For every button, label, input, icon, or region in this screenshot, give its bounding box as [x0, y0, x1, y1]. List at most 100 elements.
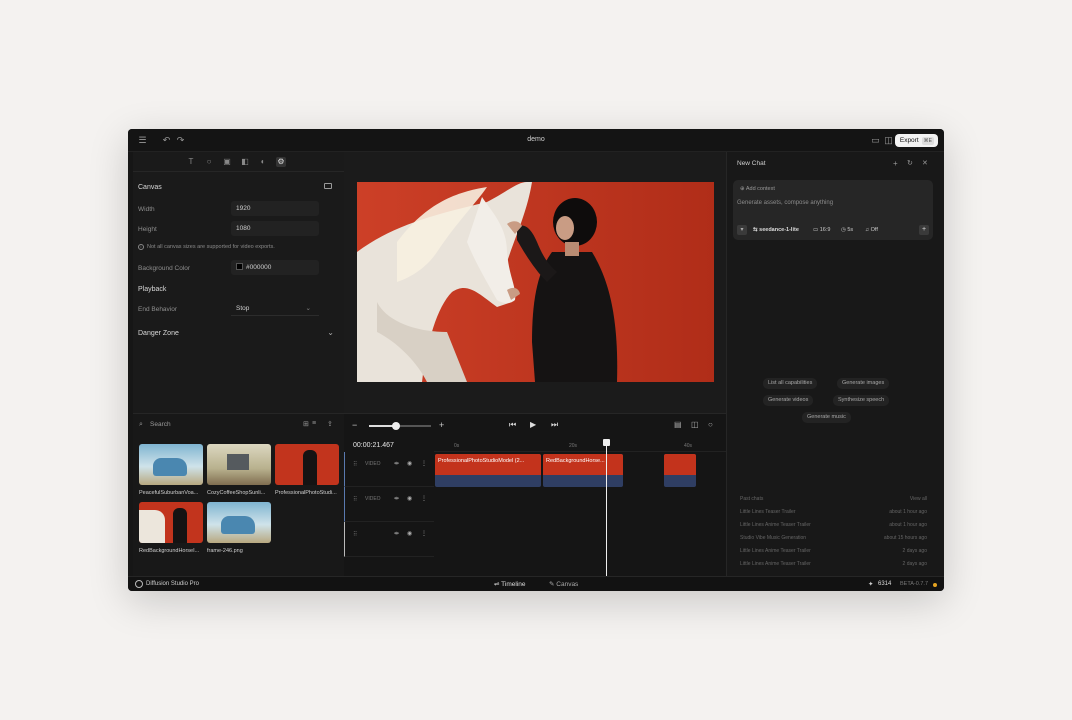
past-chat-item[interactable]: Studio Vibe Music Generation about 15 ho…: [740, 535, 927, 545]
chip-label: List all capabilities: [768, 380, 813, 386]
add-context-button[interactable]: ⊕ Add context: [740, 186, 775, 192]
contrast-tool-icon[interactable]: ◐: [258, 157, 268, 167]
suggestion-chip[interactable]: Generate images: [837, 378, 890, 389]
drag-handle-icon[interactable]: ⠿: [353, 531, 357, 538]
history-icon[interactable]: ↻: [907, 159, 913, 167]
split-icon[interactable]: ◫: [691, 420, 699, 429]
clip-label: RedBackgroundHorse...: [546, 458, 605, 464]
playhead-handle[interactable]: [603, 439, 610, 446]
skip-forward-icon[interactable]: ⏭: [551, 420, 558, 430]
tab-timeline[interactable]: ⇌ Timeline: [484, 577, 535, 591]
figure-shape: [173, 508, 187, 543]
view-all-link[interactable]: View all: [910, 496, 927, 502]
status-dot: [933, 583, 937, 587]
color-swatch: [236, 263, 243, 270]
document-title: demo: [527, 136, 545, 143]
record-icon[interactable]: ○: [708, 420, 713, 429]
library-item[interactable]: [139, 502, 203, 543]
suggestion-chip[interactable]: Generate music: [802, 412, 851, 423]
paperclip-icon: ⊕: [740, 186, 745, 192]
timeline-clip[interactable]: RedBackgroundHorse...: [543, 454, 623, 487]
bg-color-field[interactable]: #000000: [231, 260, 319, 275]
end-behavior-select[interactable]: Stop ⌄: [231, 301, 319, 316]
zoom-slider[interactable]: [369, 422, 431, 430]
attach-icon[interactable]: ▾: [737, 225, 747, 235]
car-shape: [153, 458, 187, 476]
aspect-icon[interactable]: [324, 183, 332, 189]
more-icon[interactable]: ⋮: [421, 495, 427, 502]
zoom-slider-handle[interactable]: [392, 422, 400, 430]
zoom-out-button[interactable]: −: [352, 420, 357, 430]
library-item[interactable]: [207, 444, 271, 485]
track-header[interactable]: ⠿ ⇹ ◉ ⋮: [344, 522, 434, 557]
width-field[interactable]: 1920: [231, 201, 319, 216]
suggestion-chip[interactable]: Generate videos: [763, 395, 814, 406]
close-icon[interactable]: ✕: [922, 159, 928, 167]
duration-select[interactable]: ◷ 5s: [841, 227, 853, 233]
export-button[interactable]: Export ⌘E: [894, 134, 938, 147]
car-shape: [221, 516, 255, 534]
past-chat-time: about 1 hour ago: [889, 509, 927, 515]
grid-view-icon[interactable]: ⊞: [303, 420, 309, 428]
chat-input-box[interactable]: ⊕ Add context Generate assets, compose a…: [733, 180, 933, 240]
library-search[interactable]: ⌕ Search ⊞ ≡ ⇪: [133, 414, 344, 436]
image-tool-icon[interactable]: ▣: [222, 157, 232, 167]
trim-icon[interactable]: ⇹: [394, 460, 399, 467]
layout-toggle-icon[interactable]: ▭: [870, 135, 881, 146]
drag-handle-icon[interactable]: ⠿: [353, 496, 357, 503]
danger-zone-title[interactable]: Danger Zone: [138, 330, 179, 337]
audio-select[interactable]: ♫ Off: [865, 227, 878, 233]
chip-label: Generate music: [807, 414, 846, 420]
info-icon: i: [138, 244, 144, 250]
send-button[interactable]: +: [919, 225, 929, 235]
caption-icon[interactable]: ▤: [674, 420, 682, 429]
visibility-icon[interactable]: ◉: [407, 460, 412, 467]
tab-timeline-label: Timeline: [501, 581, 526, 588]
library-item[interactable]: [139, 444, 203, 485]
past-chat-item[interactable]: Little Lines Anime Teaser Trailer 2 days…: [740, 548, 927, 558]
panel-toggle-icon[interactable]: ◫: [883, 135, 894, 146]
video-tool-icon[interactable]: ◧: [240, 157, 250, 167]
settings-tool-icon[interactable]: ⚙: [276, 157, 286, 167]
trim-icon[interactable]: ⇹: [394, 495, 399, 502]
drag-handle-icon[interactable]: ⠿: [353, 461, 357, 468]
export-label: Export: [899, 137, 919, 144]
timeline-clip[interactable]: [664, 454, 696, 487]
shape-tool-icon[interactable]: ○: [204, 157, 214, 167]
model-select[interactable]: ⇆ seedance-1-lite: [753, 227, 799, 233]
more-icon[interactable]: ⋮: [421, 530, 427, 537]
upload-icon[interactable]: ⇪: [327, 420, 333, 428]
timeline-clip[interactable]: ProfessionalPhotoStudioModel (2...: [435, 454, 541, 487]
suggestion-chip[interactable]: List all capabilities: [763, 378, 818, 389]
tab-canvas[interactable]: ✎ Canvas: [545, 577, 582, 591]
track-header[interactable]: ⠿ VIDEO ⇹ ◉ ⋮: [344, 487, 434, 522]
expand-chevron-icon[interactable]: ⌄: [327, 328, 334, 337]
zoom-in-button[interactable]: +: [439, 420, 444, 430]
chat-input[interactable]: Generate assets, compose anything: [737, 200, 833, 206]
time-ruler[interactable]: 0s 20s 40s: [434, 440, 726, 452]
visibility-icon[interactable]: ◉: [407, 495, 412, 502]
suggestion-chip[interactable]: Synthesize speech: [833, 395, 890, 406]
status-bar: Diffusion Studio Pro ⇌ Timeline ✎ Canvas…: [128, 576, 944, 591]
past-chat-item[interactable]: Little Lines Anime Teaser Trailer 2 days…: [740, 561, 927, 571]
skip-back-icon[interactable]: ⏮: [509, 420, 516, 430]
play-icon[interactable]: ▶: [530, 420, 536, 429]
library-item[interactable]: [207, 502, 271, 543]
video-frame[interactable]: [357, 182, 714, 382]
library-item[interactable]: [275, 444, 339, 485]
track-header[interactable]: ⠿ VIDEO ⇹ ◉ ⋮: [344, 452, 434, 487]
trim-icon[interactable]: ⇹: [394, 530, 399, 537]
text-tool-icon[interactable]: T: [186, 157, 196, 167]
playhead[interactable]: [603, 439, 610, 577]
past-chat-title: Studio Vibe Music Generation: [740, 535, 807, 541]
visibility-icon[interactable]: ◉: [407, 530, 412, 537]
ratio-select[interactable]: ▭ 16:9: [813, 227, 830, 233]
new-chat-icon[interactable]: +: [893, 159, 898, 168]
search-input[interactable]: Search: [150, 421, 171, 428]
sort-icon[interactable]: ≡: [312, 420, 316, 427]
past-chat-item[interactable]: Little Lines Teaser Trailer about 1 hour…: [740, 509, 927, 519]
preview-image: [357, 182, 714, 382]
height-field[interactable]: 1080: [231, 221, 319, 236]
past-chat-item[interactable]: Little Lines Anime Teaser Trailer about …: [740, 522, 927, 532]
more-icon[interactable]: ⋮: [421, 460, 427, 467]
